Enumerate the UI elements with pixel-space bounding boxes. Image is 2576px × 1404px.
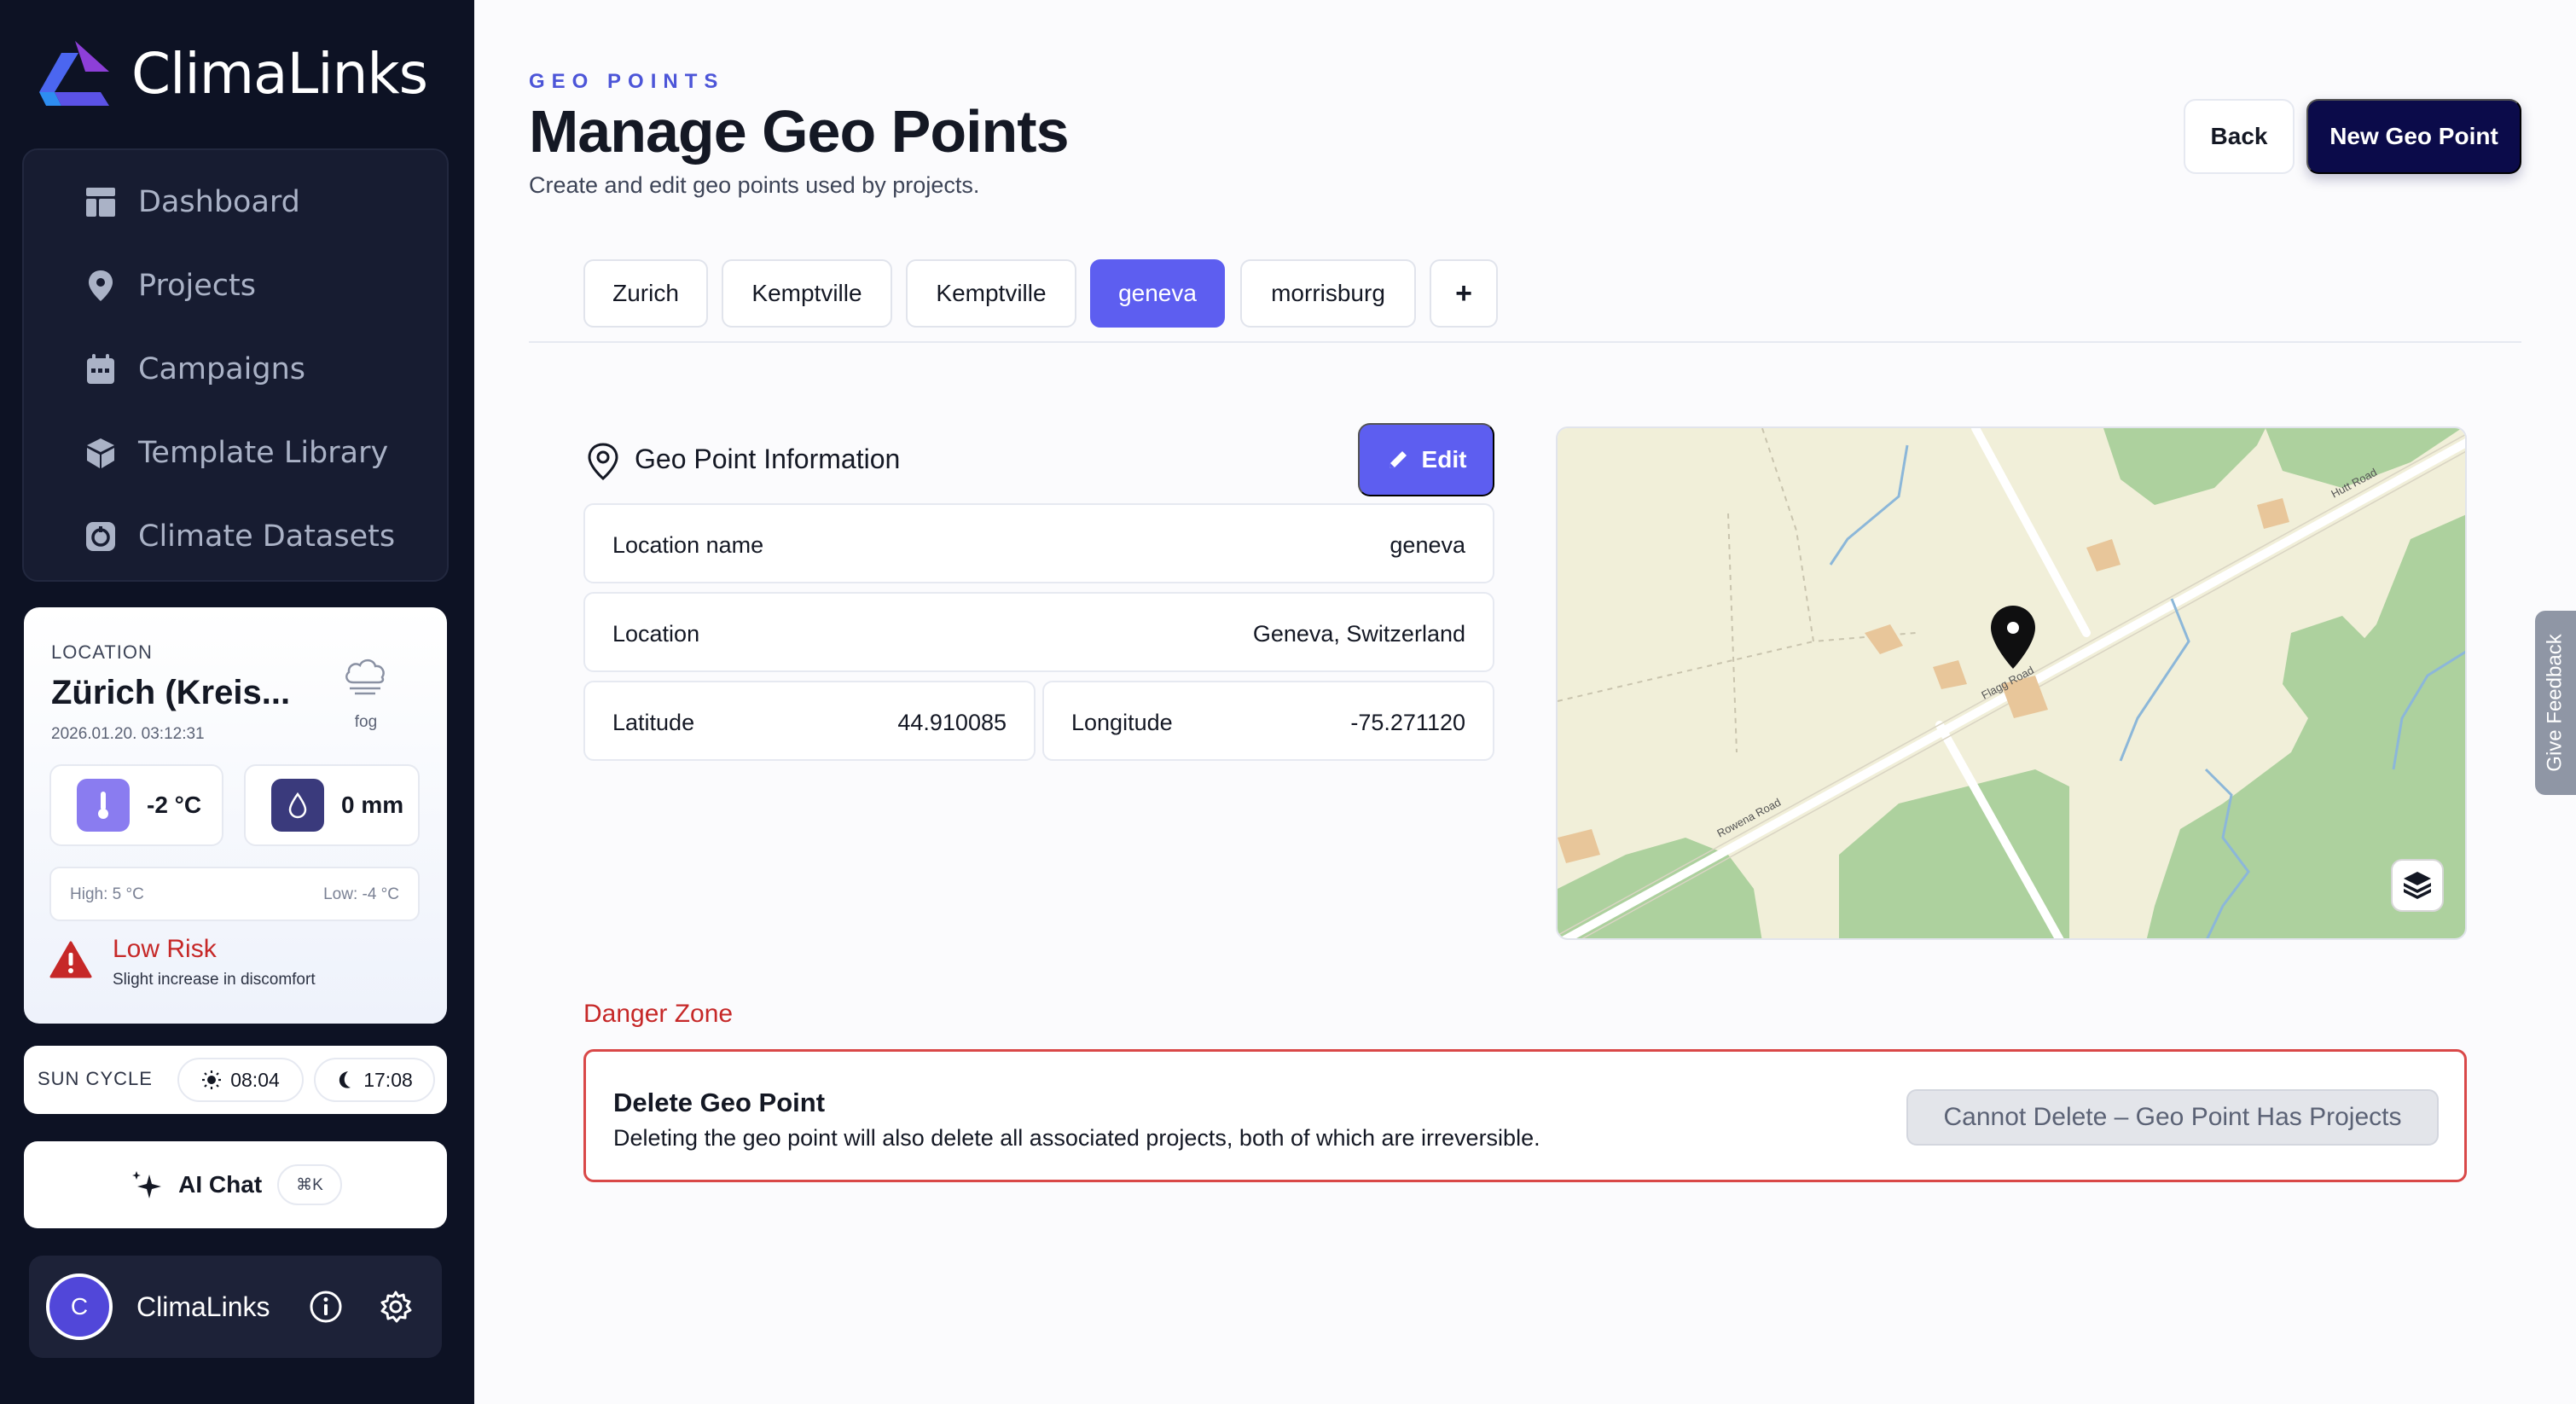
delete-geo-point-title: Delete Geo Point — [613, 1088, 826, 1117]
sparkle-icon — [132, 1171, 162, 1198]
user-name: ClimaLinks — [136, 1291, 270, 1322]
delete-geo-point-text: Deleting the geo point will also delete … — [613, 1125, 1540, 1151]
edit-label: Edit — [1421, 446, 1467, 473]
sunrise-pill: 08:04 — [177, 1058, 304, 1102]
location-name-field: Location name geneva — [583, 503, 1494, 583]
sunrise-time: 08:04 — [230, 1068, 280, 1091]
sidebar-item-climate-datasets[interactable]: Climate Datasets — [84, 515, 395, 558]
brand-logo-icon — [39, 41, 109, 106]
temperature-tile: -2 °C — [49, 764, 223, 846]
sidebar-item-template-library[interactable]: Template Library — [84, 432, 388, 474]
sidebar-item-projects[interactable]: Projects — [84, 264, 256, 307]
map-canvas: Hutt Road Flagg Road Rowena Road — [1558, 428, 2465, 938]
cloud-icon — [345, 658, 385, 695]
sidebar-item-label: Climate Datasets — [138, 519, 396, 554]
weather-card: LOCATION Zürich (Kreis... 2026.01.20. 03… — [24, 607, 447, 1024]
brand[interactable]: ClimaLinks — [36, 38, 428, 109]
latitude-field: Latitude 44.910085 — [583, 681, 1036, 761]
dashboard-icon — [84, 185, 118, 219]
sidebar-item-label: Projects — [138, 269, 256, 303]
sunset-time: 17:08 — [363, 1068, 413, 1091]
temp-high: High: 5 °C — [70, 885, 144, 903]
ai-chat-label: AI Chat — [178, 1171, 263, 1198]
give-feedback-label: Give Feedback — [2544, 634, 2567, 772]
moon-icon — [336, 1070, 355, 1090]
pencil-icon — [1389, 451, 1407, 468]
user-card: C ClimaLinks — [29, 1256, 442, 1358]
danger-zone: Delete Geo Point Deleting the geo point … — [583, 1049, 2467, 1182]
thermometer-icon — [77, 779, 130, 832]
location-label: LOCATION — [51, 641, 153, 663]
gear-icon[interactable] — [377, 1288, 415, 1326]
location-field: Location Geneva, Switzerland — [583, 592, 1494, 672]
sidebar: ClimaLinks Dashboard Projects Campaigns … — [0, 0, 474, 1404]
back-button[interactable]: Back — [2184, 99, 2295, 174]
add-tab-button[interactable]: + — [1430, 259, 1498, 328]
edit-button[interactable]: Edit — [1358, 423, 1494, 496]
page-subtitle: Create and edit geo points used by proje… — [529, 172, 980, 198]
delete-geo-point-button: Cannot Delete – Geo Point Has Projects — [1906, 1089, 2439, 1146]
temperature-value: -2 °C — [147, 792, 202, 818]
sun-icon — [201, 1070, 222, 1090]
layers-button[interactable] — [2391, 859, 2444, 912]
sidebar-item-dashboard[interactable]: Dashboard — [84, 181, 300, 223]
warning-icon — [49, 941, 92, 978]
info-icon[interactable] — [307, 1288, 345, 1326]
map-pin-icon — [84, 269, 118, 303]
field-value: Geneva, Switzerland — [1252, 621, 1465, 647]
field-label: Location name — [612, 532, 764, 558]
precipitation-value: 0 mm — [341, 792, 404, 818]
dataset-icon — [84, 519, 118, 554]
field-label: Latitude — [612, 710, 695, 735]
sidebar-item-campaigns[interactable]: Campaigns — [84, 348, 305, 391]
weather-timestamp: 2026.01.20. 03:12:31 — [51, 725, 205, 743]
sidebar-nav: Dashboard Projects Campaigns Template Li… — [22, 148, 449, 582]
map-pin-outline-icon — [588, 443, 618, 480]
brand-name: ClimaLinks — [131, 40, 428, 107]
weather-city: Zürich (Kreis... — [51, 674, 291, 711]
sun-cycle-card: SUN CYCLE 08:04 17:08 — [24, 1046, 447, 1114]
ai-chat-button[interactable]: AI Chat ⌘K — [24, 1141, 447, 1228]
sidebar-item-label: Dashboard — [138, 185, 300, 219]
cube-icon — [84, 436, 118, 470]
sunset-pill: 17:08 — [314, 1058, 435, 1102]
tab-zurich[interactable]: Zurich — [583, 259, 708, 328]
geo-point-info-heading: Geo Point Information — [635, 444, 901, 474]
weather-condition: fog — [354, 713, 378, 731]
precipitation-tile: 0 mm — [244, 764, 420, 846]
new-geo-point-button[interactable]: New Geo Point — [2306, 99, 2521, 174]
ai-chat-shortcut: ⌘K — [277, 1164, 342, 1205]
field-value: geneva — [1390, 532, 1465, 558]
page-eyebrow: GEO POINTS — [529, 70, 725, 93]
high-low-row: High: 5 °C Low: -4 °C — [49, 867, 420, 921]
sidebar-item-label: Campaigns — [138, 352, 306, 386]
page-title: Manage Geo Points — [529, 98, 1070, 165]
field-label: Location — [612, 621, 700, 647]
sidebar-item-label: Template Library — [138, 436, 389, 470]
risk-title: Low Risk — [113, 935, 217, 963]
calendar-icon — [84, 352, 118, 386]
map-view[interactable]: Hutt Road Flagg Road Rowena Road — [1556, 426, 2467, 940]
risk-subtitle: Slight increase in discomfort — [113, 971, 316, 989]
give-feedback-tab[interactable]: Give Feedback — [2535, 611, 2576, 795]
tab-geneva[interactable]: geneva — [1090, 259, 1225, 328]
danger-zone-title: Danger Zone — [583, 1000, 734, 1028]
tab-kemptville-2[interactable]: Kemptville — [906, 259, 1076, 328]
tab-kemptville[interactable]: Kemptville — [722, 259, 892, 328]
tabs-divider — [529, 341, 2521, 343]
droplet-icon — [271, 779, 324, 832]
avatar[interactable]: C — [46, 1273, 113, 1340]
sun-cycle-label: SUN CYCLE — [38, 1068, 153, 1089]
field-value: 44.910085 — [897, 710, 1007, 735]
temp-low: Low: -4 °C — [323, 885, 399, 903]
longitude-field: Longitude -75.271120 — [1042, 681, 1494, 761]
tab-morrisburg[interactable]: morrisburg — [1240, 259, 1416, 328]
field-label: Longitude — [1071, 710, 1173, 735]
field-value: -75.271120 — [1350, 710, 1465, 735]
